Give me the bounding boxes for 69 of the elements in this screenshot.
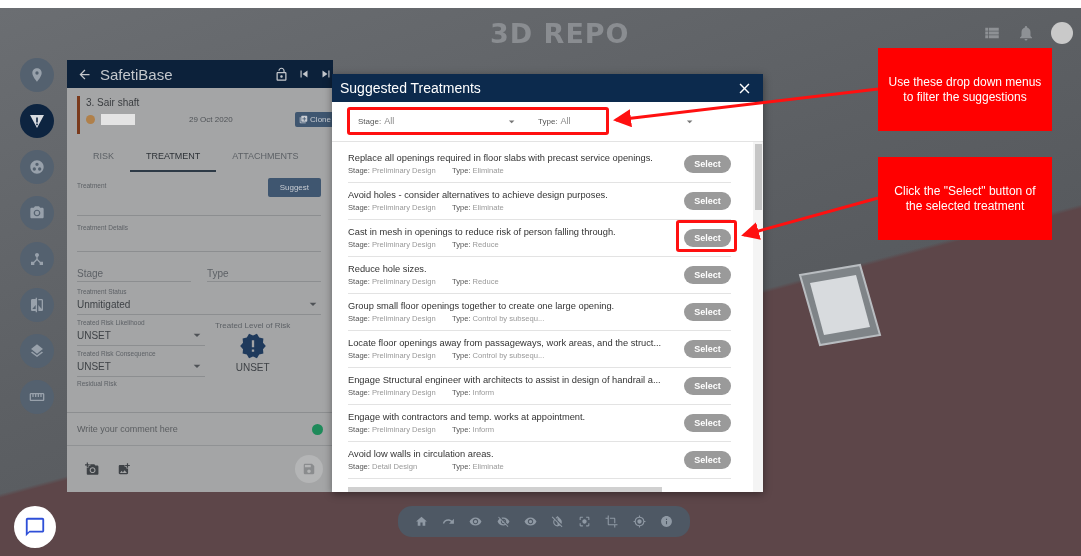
treatment-text: Avoid low walls in circulation areas. (348, 449, 495, 459)
filter-dropdown[interactable]: Stage: All (358, 114, 518, 129)
status-dot (86, 115, 95, 124)
panel-tab[interactable]: ATTACHMENTS (216, 142, 315, 172)
stage-field[interactable]: Stage (77, 268, 191, 282)
panel-tab[interactable]: RISK (77, 142, 130, 172)
eye-off-icon[interactable] (496, 515, 510, 528)
panel-tab[interactable]: TREATMENT (130, 142, 217, 172)
treatment-text: Group small floor openings together to create one large opening. (348, 301, 616, 311)
select-button[interactable]: Select (684, 192, 731, 210)
home-icon[interactable] (415, 515, 429, 528)
consequence-select[interactable]: UNSET (77, 357, 205, 377)
vertical-scrollbar[interactable] (753, 142, 763, 492)
save-button[interactable] (295, 455, 323, 483)
risk-name: 3. Sair shaft (86, 97, 141, 108)
filter-dropdown[interactable]: Type: All (538, 114, 696, 129)
eye-icon[interactable] (523, 515, 537, 528)
select-button[interactable]: Select (684, 451, 731, 469)
pin-icon (29, 67, 45, 83)
risk-level-badge-icon (238, 332, 267, 360)
lock-icon[interactable] (274, 66, 289, 82)
likelihood-select[interactable]: UNSET (77, 326, 205, 346)
layers-icon (29, 343, 45, 359)
save-icon (302, 462, 316, 476)
suggest-button[interactable]: Suggest (267, 178, 321, 197)
risk-level-value: UNSET (235, 362, 270, 373)
panel-title: SafetiBase (100, 65, 174, 83)
risk-date: 29 Oct 2020 (189, 115, 234, 124)
focus-icon[interactable] (578, 515, 592, 528)
grammar-check-icon (312, 423, 323, 435)
callout-note: Use these drop down menus to filter the suggestions (878, 48, 1052, 131)
callout-note: Click the "Select" button of the selected treatment (878, 157, 1052, 240)
dialog-title: Suggested Treatments (340, 80, 481, 96)
target-icon[interactable] (632, 515, 646, 528)
select-button[interactable]: Select (684, 155, 731, 173)
chat-icon (24, 516, 46, 538)
groups-icon (29, 159, 45, 175)
clone-icon (299, 115, 309, 124)
select-button[interactable]: Select (684, 303, 731, 321)
clone-button[interactable]: Clone (295, 112, 333, 127)
add-image-icon[interactable] (117, 462, 131, 476)
eye-icon[interactable] (469, 515, 483, 528)
select-button[interactable]: Select (684, 229, 731, 247)
treatment-text: Engage with contractors and temp. works at appointment. (348, 412, 587, 422)
camera-icon (29, 205, 45, 221)
select-button[interactable]: Select (684, 414, 731, 432)
warning-icon (30, 114, 44, 128)
compare-icon (29, 297, 45, 313)
drop-off-icon[interactable] (551, 515, 565, 528)
treatment-text: Replace all openings required in floor slabs with precast service openings. (348, 153, 654, 163)
treatment-text: Locate floor openings away from passageways, work areas, and the struct... (348, 338, 663, 348)
info-icon[interactable] (659, 515, 673, 528)
field-label: Treated Level of Risk (215, 321, 291, 330)
add-photo-icon[interactable] (85, 462, 99, 476)
highlight-frame (676, 220, 737, 252)
type-field[interactable]: Type (207, 268, 321, 282)
horizontal-scrollbar[interactable] (348, 487, 662, 492)
tree-icon (29, 251, 45, 267)
status-select[interactable]: Unmitigated (77, 295, 321, 315)
notifications-icon[interactable] (1017, 24, 1035, 42)
redacted-block (101, 114, 135, 125)
treatment-text: Engage Structural engineer with architects to assist in design of handrail a... (348, 375, 662, 385)
select-button[interactable]: Select (684, 266, 731, 284)
select-button[interactable]: Select (684, 377, 731, 395)
select-button[interactable]: Select (684, 340, 731, 358)
crop-icon[interactable] (605, 515, 619, 528)
treatment-text: Reduce hole sizes. (348, 264, 428, 274)
treatment-text: Cast in mesh in openings to reduce risk of person falling through. (348, 227, 617, 237)
treatment-text: Avoid holes - consider alternatives to achieve design purposes. (348, 190, 609, 200)
